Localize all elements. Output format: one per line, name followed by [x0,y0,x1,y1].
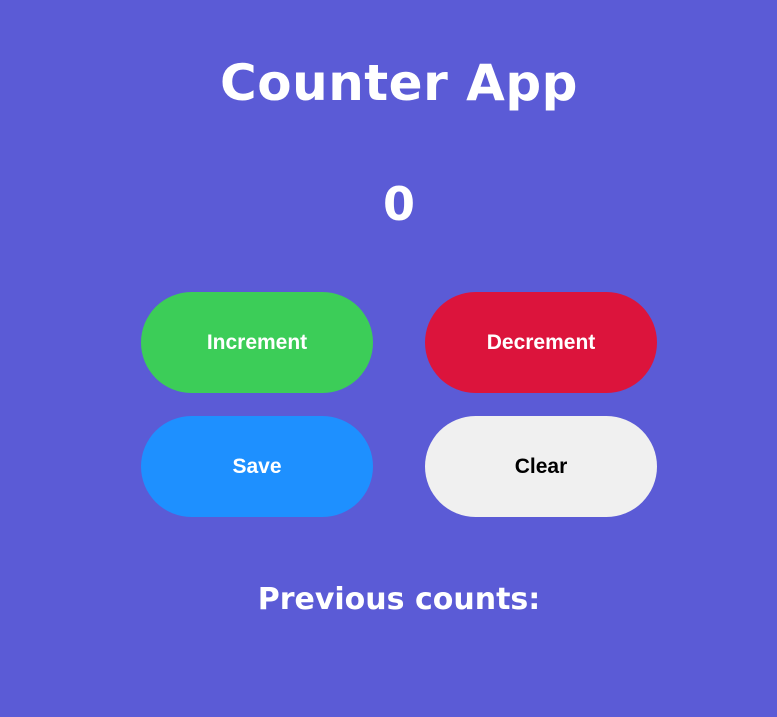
page-title: Counter App [220,54,578,112]
increment-button[interactable]: Increment [141,292,373,393]
decrement-button[interactable]: Decrement [425,292,657,393]
clear-button[interactable]: Clear [425,416,657,517]
save-button[interactable]: Save [141,416,373,517]
count-display: 0 [382,177,415,231]
previous-counts-heading: Previous counts: [257,582,541,617]
counter-app: Counter App 0 Increment Decrement Save C… [0,0,777,717]
